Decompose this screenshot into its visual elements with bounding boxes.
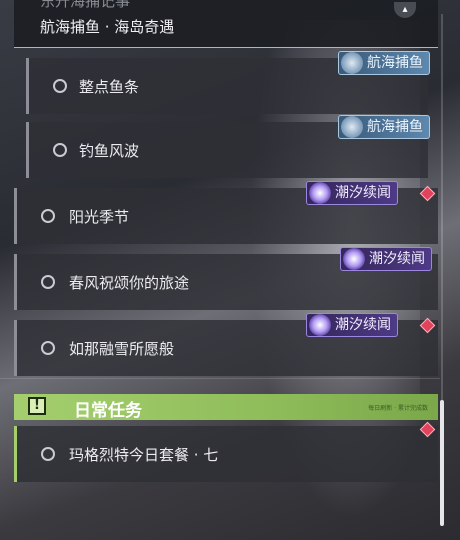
quest-label: 阳光季节 xyxy=(69,208,130,226)
quest-label: 如那融雪所愿般 xyxy=(69,340,175,358)
tag-label: 航海捕鱼 xyxy=(367,55,423,71)
sparkle-icon xyxy=(309,182,331,204)
sparkle-icon xyxy=(309,314,331,336)
pin-icon[interactable]: ▴ xyxy=(394,2,416,18)
quest-status-circle-icon xyxy=(41,447,55,461)
tag-label: 潮汐续闻 xyxy=(335,317,391,333)
tag-badge-tide-tales: 潮汐续闻 xyxy=(306,181,398,205)
daily-quest-item[interactable]: 玛格烈特今日套餐 · 七 xyxy=(14,426,438,482)
anchor-icon xyxy=(341,116,363,138)
tag-label: 潮汐续闻 xyxy=(369,251,425,267)
quest-status-circle-icon xyxy=(53,143,67,157)
quest-status-circle-icon xyxy=(53,79,67,93)
exclamation-box-icon: ! xyxy=(28,397,46,415)
quest-group-header[interactable]: 东升海捕记事 航海捕鱼 · 海岛奇遇 ▴ xyxy=(14,0,438,48)
daily-quests-section-header[interactable]: ! 日常任务 每日刷新 · 累计完成数 xyxy=(14,394,438,421)
tag-label: 潮汐续闻 xyxy=(335,185,391,201)
quest-label: 整点鱼条 xyxy=(79,78,140,96)
tag-badge-tide-tales: 潮汐续闻 xyxy=(306,313,398,337)
section-note: 每日刷新 · 累计完成数 xyxy=(368,405,428,412)
quest-label: 春风祝颂你的旅途 xyxy=(69,274,190,292)
quest-group-title: 东升海捕记事 xyxy=(40,0,131,10)
quest-label: 钓鱼风波 xyxy=(79,142,140,160)
quest-status-circle-icon xyxy=(41,209,55,223)
quest-label: 玛格烈特今日套餐 · 七 xyxy=(69,446,219,464)
anchor-icon xyxy=(341,52,363,74)
tag-badge-sea-fishing: 航海捕鱼 xyxy=(338,115,430,139)
quest-status-circle-icon xyxy=(41,275,55,289)
tag-badge-sea-fishing: 航海捕鱼 xyxy=(338,51,430,75)
quest-group-subtitle: 航海捕鱼 · 海岛奇遇 xyxy=(40,18,175,36)
sparkle-icon xyxy=(343,248,365,270)
tag-label: 航海捕鱼 xyxy=(367,119,423,135)
tag-badge-tide-tales: 潮汐续闻 xyxy=(340,247,432,271)
scrollbar-thumb[interactable] xyxy=(440,400,444,526)
section-title: 日常任务 xyxy=(74,401,142,421)
quest-status-circle-icon xyxy=(41,341,55,355)
divider xyxy=(0,378,440,379)
